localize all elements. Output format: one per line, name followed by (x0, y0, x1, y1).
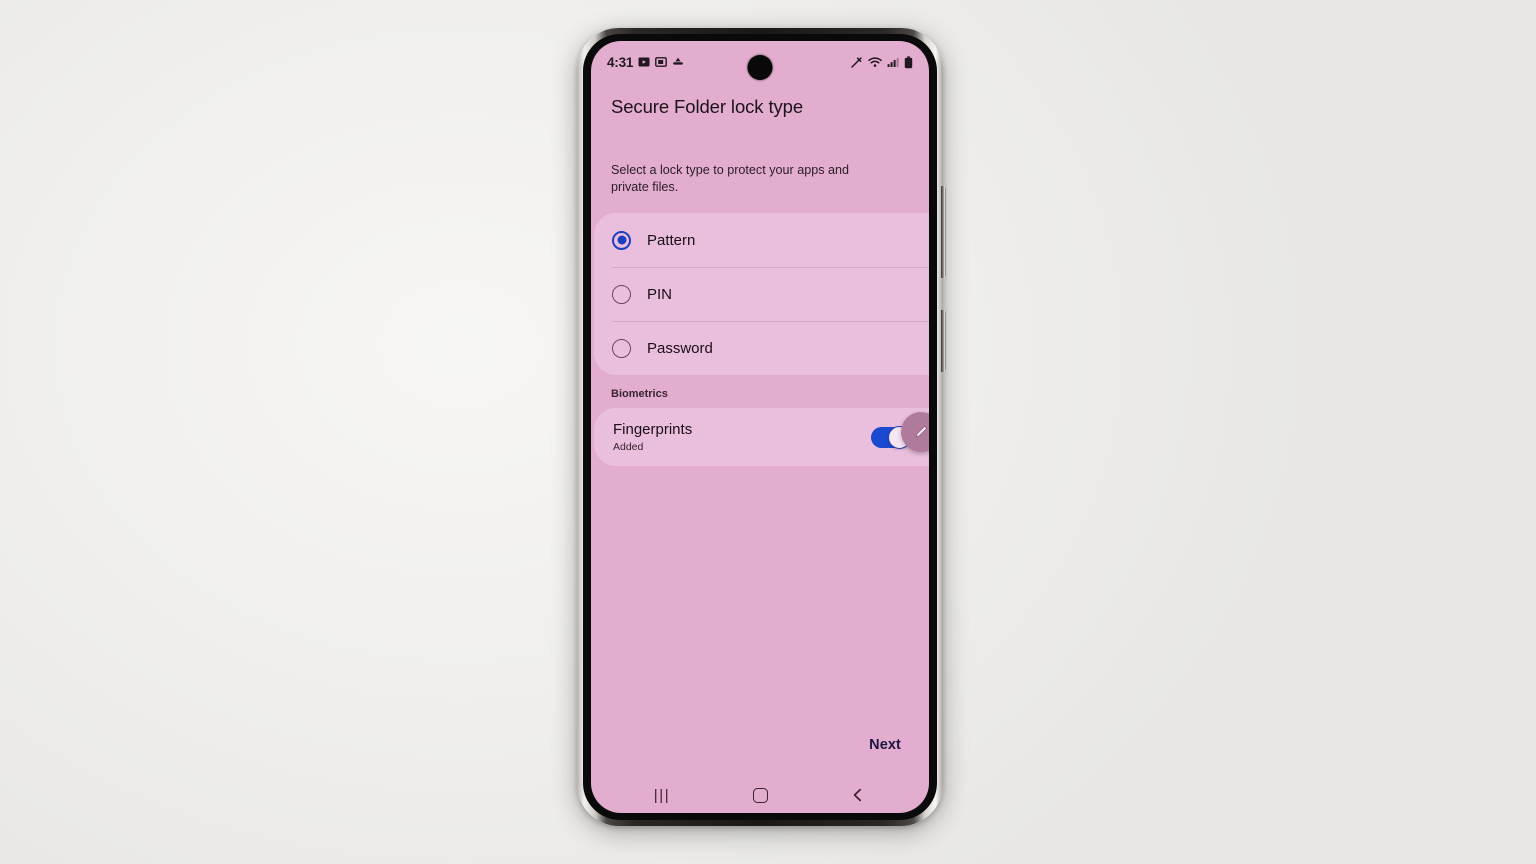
download-notification-icon (673, 57, 684, 65)
power-button[interactable] (941, 310, 946, 372)
pencil-icon (915, 425, 928, 438)
radio-pattern[interactable] (612, 230, 631, 250)
home-button[interactable] (733, 780, 787, 810)
status-clock: 4:31 (607, 54, 634, 70)
volume-rocker-button[interactable] (941, 186, 946, 278)
page-description: Select a lock type to protect your apps … (611, 163, 850, 194)
recents-icon: ||| (653, 786, 671, 804)
lock-option-pattern[interactable]: Pattern (594, 213, 929, 267)
media-notification-icon (638, 57, 650, 67)
recents-button[interactable]: ||| (635, 780, 689, 810)
phone-device: 4:31 Secure Folder lock type Select a lo… (577, 28, 946, 826)
biometrics-section-header: Biometrics (611, 388, 668, 401)
fingerprints-text-group: Fingerprints Added (613, 421, 692, 453)
page-title: Secure Folder lock type (611, 96, 804, 117)
front-camera-punch-hole (747, 55, 773, 80)
phone-screen: 4:31 Secure Folder lock type Select a lo… (591, 41, 929, 813)
app-content: Secure Folder lock type Select a lock ty… (591, 83, 929, 777)
lock-option-pin[interactable]: PIN (594, 267, 929, 321)
screenshot-notification-icon (655, 57, 668, 67)
radio-pin[interactable] (612, 284, 631, 304)
fingerprints-status: Added (613, 441, 644, 454)
lock-option-label: Pattern (647, 231, 696, 249)
fingerprints-title: Fingerprints (613, 421, 693, 439)
back-chevron-icon (853, 788, 862, 802)
wifi-icon (868, 57, 882, 67)
lock-option-label: PIN (647, 285, 673, 303)
status-bar-left: 4:31 (607, 55, 684, 70)
navigation-bar: ||| (591, 777, 929, 813)
lock-type-options-card: Pattern PIN Password (594, 213, 929, 376)
status-bar-right (850, 55, 913, 69)
radio-password[interactable] (612, 338, 631, 358)
home-icon (752, 787, 768, 803)
back-button[interactable] (831, 780, 885, 810)
lock-option-password[interactable]: Password (594, 321, 929, 375)
fingerprints-row[interactable]: Fingerprints Added (594, 408, 929, 466)
mute-icon (851, 56, 862, 68)
lock-option-label: Password (647, 339, 713, 357)
next-button[interactable]: Next (863, 731, 907, 759)
biometrics-card: Fingerprints Added (594, 408, 929, 467)
signal-icon (887, 58, 899, 67)
battery-icon (904, 55, 913, 68)
